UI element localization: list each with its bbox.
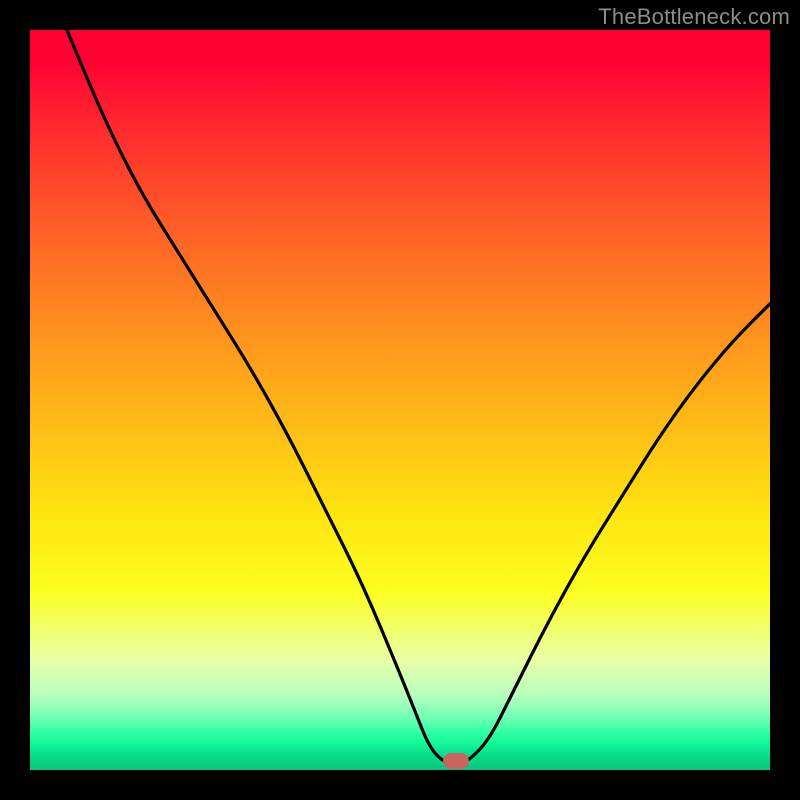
gradient-background <box>30 30 770 770</box>
watermark-text: TheBottleneck.com <box>598 4 790 30</box>
chart-frame: TheBottleneck.com <box>0 0 800 800</box>
plot-area <box>30 30 770 770</box>
